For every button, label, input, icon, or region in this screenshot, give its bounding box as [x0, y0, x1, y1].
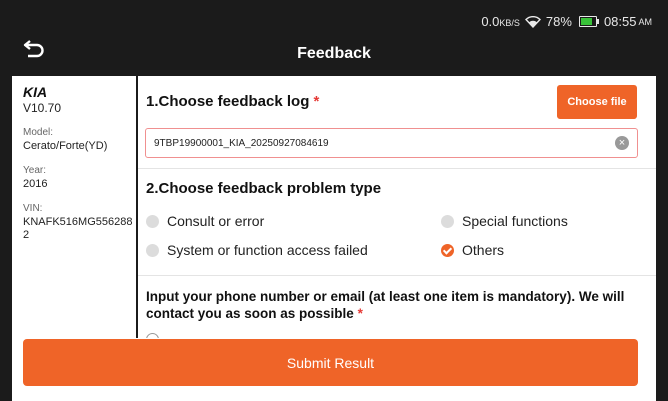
contact-heading: Input your phone number or email (at lea…	[146, 289, 625, 321]
radio-icon	[146, 214, 159, 228]
clock-ampm: AM	[638, 16, 653, 27]
vin-label: VIN:	[23, 203, 43, 214]
feedback-log-heading: 1.Choose feedback log *	[146, 93, 320, 110]
battery-level	[580, 18, 592, 25]
problem-type-heading: 2.Choose feedback problem type	[146, 180, 382, 197]
choose-file-button[interactable]: Choose file	[557, 85, 637, 119]
option-others[interactable]: Others	[441, 242, 504, 258]
year-value: 2016	[23, 178, 48, 190]
option-label: Others	[462, 242, 505, 258]
feedback-log-field[interactable]: 9TBP19900001_KIA_20250927084619 ×	[145, 128, 638, 158]
radio-checked-icon	[441, 243, 454, 257]
status-bar: 0.0KB/S 78% 08:55 AM	[481, 14, 652, 29]
vin-value: KNAFK516MG5562882	[23, 216, 133, 241]
model-label: Model:	[23, 127, 54, 138]
feedback-form: 1.Choose feedback log * Choose file 9TBP…	[138, 76, 656, 338]
submit-result-button[interactable]: Submit Result	[23, 339, 638, 386]
radio-icon	[441, 214, 454, 228]
option-label: Consult or error	[167, 213, 265, 229]
option-consult-or-error[interactable]: Consult or error	[146, 213, 264, 229]
software-version: V10.70	[23, 101, 62, 115]
submit-bar: Submit Result	[12, 338, 656, 401]
wifi-icon	[524, 15, 541, 28]
divider	[138, 275, 656, 276]
top-bar: 0.0KB/S 78% 08:55 AM Feedback	[0, 0, 668, 76]
option-access-failed[interactable]: System or function access failed	[146, 242, 368, 258]
feedback-log-value: 9TBP19900001_KIA_20250927084619	[154, 137, 329, 149]
required-mark: *	[313, 93, 320, 110]
divider	[138, 168, 656, 169]
vehicle-make: KIA	[23, 84, 48, 100]
option-label: Special functions	[462, 213, 568, 229]
option-label: System or function access failed	[167, 242, 368, 258]
year-label: Year:	[23, 165, 46, 176]
clear-icon[interactable]: ×	[615, 136, 629, 150]
net-speed: 0.0KB/S	[481, 14, 520, 29]
battery-percent: 78%	[545, 14, 572, 29]
option-special-functions[interactable]: Special functions	[441, 213, 568, 229]
model-value: Cerato/Forte(YD)	[23, 140, 108, 152]
battery-icon	[578, 16, 599, 27]
vehicle-info-panel: KIA V10.70 Model: Cerato/Forte(YD) Year:…	[12, 76, 136, 338]
required-mark: *	[357, 306, 363, 321]
clock: 08:55	[603, 14, 637, 29]
radio-icon	[146, 243, 159, 257]
page-title: Feedback	[297, 45, 371, 62]
